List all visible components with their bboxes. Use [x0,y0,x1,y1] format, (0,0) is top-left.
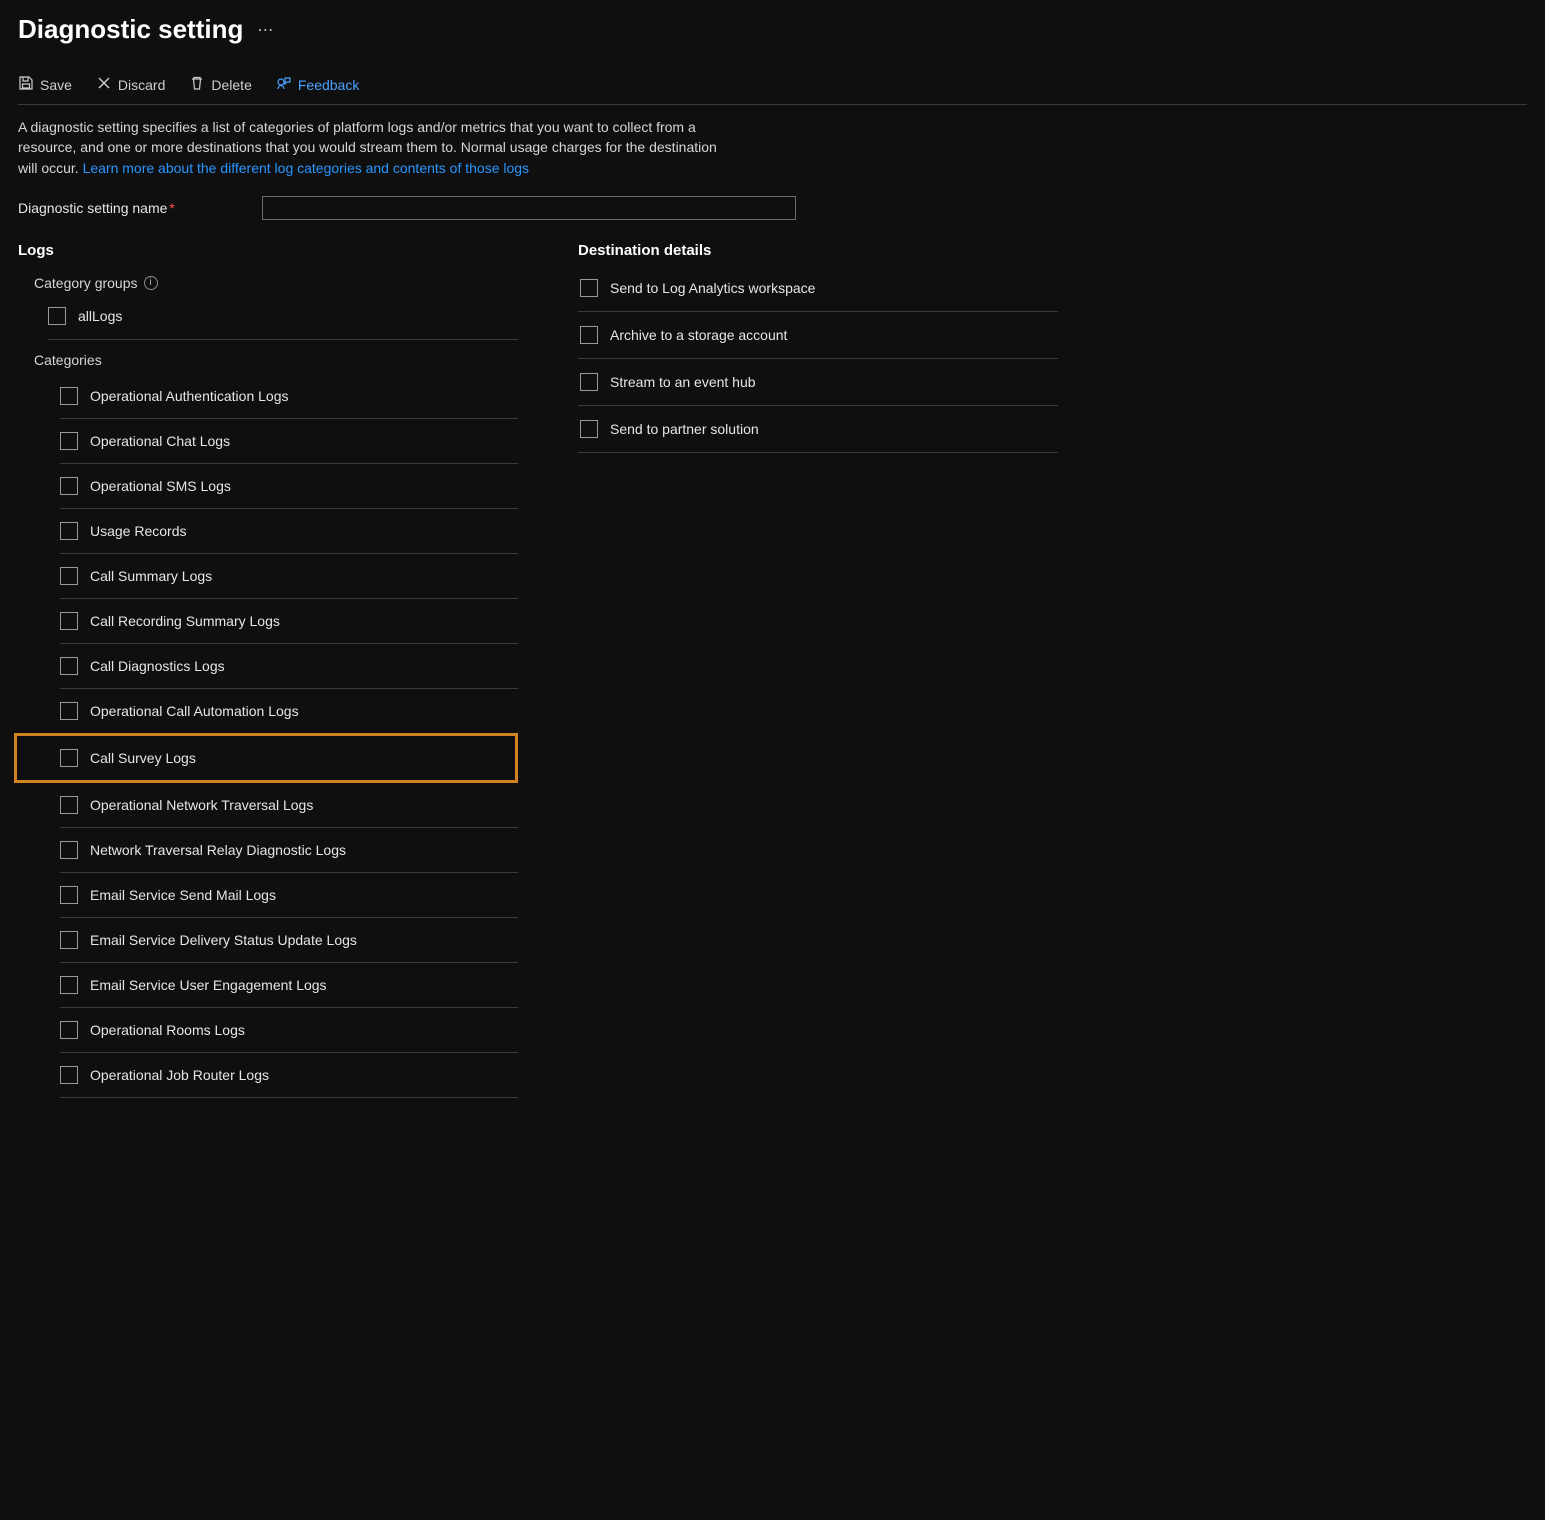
info-icon[interactable]: i [144,276,158,290]
destination-label: Send to partner solution [610,421,759,437]
destination-label: Archive to a storage account [610,327,787,343]
logs-section-title: Logs [18,242,518,259]
trash-icon [189,75,205,94]
category-row: Usage Records [60,509,518,554]
discard-button[interactable]: Discard [96,75,165,94]
category-checkbox[interactable] [60,749,78,767]
category-label: Email Service User Engagement Logs [90,977,327,993]
page-title: Diagnostic setting [18,14,243,45]
destination-checkbox[interactable] [580,373,598,391]
category-checkbox[interactable] [60,522,78,540]
category-checkbox[interactable] [60,432,78,450]
category-row: Operational Call Automation Logs [60,689,518,734]
category-row: Call Recording Summary Logs [60,599,518,644]
checkbox-row-alllogs: allLogs [48,301,518,331]
category-label: Operational Network Traversal Logs [90,797,313,813]
category-row: Operational Network Traversal Logs [60,783,518,828]
category-checkbox[interactable] [60,477,78,495]
category-row: Operational Authentication Logs [60,374,518,419]
name-label: Diagnostic setting name* [18,200,262,216]
destination-checkbox[interactable] [580,326,598,344]
category-checkbox[interactable] [60,841,78,859]
save-icon [18,75,34,94]
categories-list: Operational Authentication Logs Operation… [48,374,518,1098]
category-row: Email Service User Engagement Logs [60,963,518,1008]
required-asterisk: * [169,200,174,216]
save-button[interactable]: Save [18,75,72,94]
category-label: Email Service Delivery Status Update Log… [90,932,357,948]
destination-row: Archive to a storage account [578,312,1058,359]
discard-label: Discard [118,77,165,93]
category-groups-label: Category groups [34,275,138,291]
destination-section-title: Destination details [578,242,1058,259]
category-row: Email Service Send Mail Logs [60,873,518,918]
description-text: A diagnostic setting specifies a list of… [18,117,718,178]
highlighted-category: Call Survey Logs [14,733,518,783]
category-checkbox[interactable] [60,1066,78,1084]
destination-row: Send to Log Analytics workspace [578,275,1058,312]
category-label: Call Survey Logs [90,750,196,766]
feedback-label: Feedback [298,77,359,93]
category-row: Email Service Delivery Status Update Log… [60,918,518,963]
category-label: Email Service Send Mail Logs [90,887,276,903]
category-checkbox[interactable] [60,387,78,405]
category-label: Operational Authentication Logs [90,388,288,404]
category-checkbox[interactable] [60,567,78,585]
alllogs-label: allLogs [78,308,122,324]
category-label: Operational Job Router Logs [90,1067,269,1083]
close-icon [96,75,112,94]
destination-row: Send to partner solution [578,406,1058,453]
destination-checkbox[interactable] [580,420,598,438]
category-checkbox[interactable] [60,1021,78,1039]
checkbox-alllogs[interactable] [48,307,66,325]
toolbar: Save Discard Delete Feedback [18,75,1527,105]
save-label: Save [40,77,72,93]
name-label-text: Diagnostic setting name [18,200,167,216]
category-row: Network Traversal Relay Diagnostic Logs [60,828,518,873]
categories-heading: Categories [34,352,518,368]
category-label: Call Recording Summary Logs [90,613,280,629]
category-checkbox[interactable] [60,657,78,675]
destinations-list: Send to Log Analytics workspace Archive t… [578,275,1058,453]
category-row: Operational Rooms Logs [60,1008,518,1053]
destination-checkbox[interactable] [580,279,598,297]
category-label: Operational Call Automation Logs [90,703,299,719]
more-actions-button[interactable]: ⋯ [257,20,275,40]
category-row: Operational Chat Logs [60,419,518,464]
diagnostic-setting-name-input[interactable] [262,196,796,220]
category-row: Operational SMS Logs [60,464,518,509]
category-checkbox[interactable] [60,612,78,630]
category-checkbox[interactable] [60,931,78,949]
feedback-icon [276,75,292,94]
delete-button[interactable]: Delete [189,75,251,94]
category-checkbox[interactable] [60,702,78,720]
category-label: Operational SMS Logs [90,478,231,494]
destination-row: Stream to an event hub [578,359,1058,406]
category-row: Call Summary Logs [60,554,518,599]
learn-more-link[interactable]: Learn more about the different log categ… [83,160,529,176]
category-label: Call Summary Logs [90,568,212,584]
category-row: Operational Job Router Logs [60,1053,518,1098]
category-checkbox[interactable] [60,886,78,904]
category-groups-heading: Category groups i [34,275,518,291]
category-label: Network Traversal Relay Diagnostic Logs [90,842,346,858]
category-row: Call Survey Logs [60,736,515,780]
divider [48,339,518,340]
category-label: Usage Records [90,523,187,539]
destination-label: Send to Log Analytics workspace [610,280,815,296]
category-label: Operational Chat Logs [90,433,230,449]
delete-label: Delete [211,77,251,93]
category-label: Operational Rooms Logs [90,1022,245,1038]
category-checkbox[interactable] [60,976,78,994]
category-checkbox[interactable] [60,796,78,814]
category-row: Call Diagnostics Logs [60,644,518,689]
category-label: Call Diagnostics Logs [90,658,225,674]
feedback-button[interactable]: Feedback [276,75,359,94]
destination-label: Stream to an event hub [610,374,756,390]
